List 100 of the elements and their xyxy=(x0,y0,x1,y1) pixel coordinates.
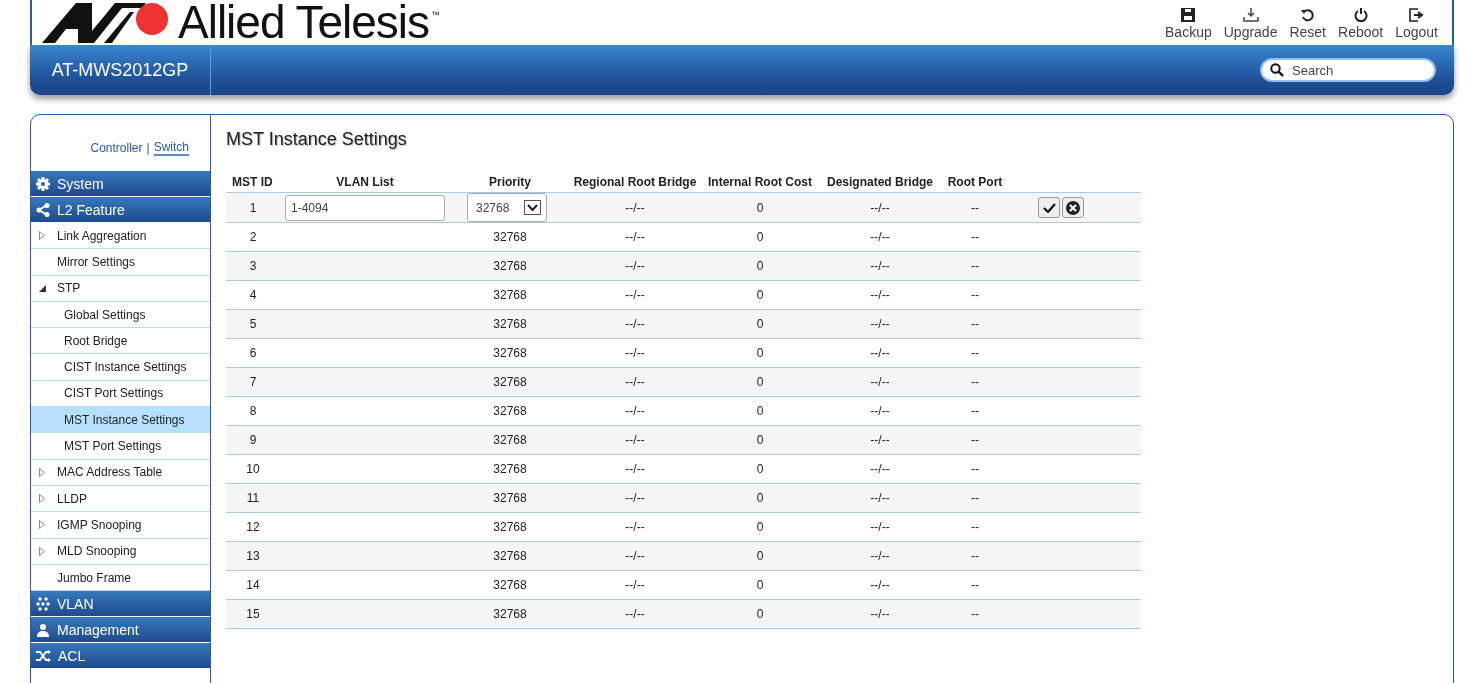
priority-cell: 32768 xyxy=(493,317,527,331)
sidebar-item[interactable]: Root Bridge xyxy=(31,328,210,355)
regional-root-bridge-cell: --/-- xyxy=(625,230,645,244)
designated-bridge-cell: --/-- xyxy=(870,230,890,244)
logout-button[interactable]: Logout xyxy=(1391,8,1442,45)
sidebar-section[interactable]: ACL xyxy=(31,643,210,670)
dots-cluster-icon xyxy=(36,596,50,611)
column-header: VLAN List xyxy=(280,172,450,193)
regional-root-bridge-cell: --/-- xyxy=(625,520,645,534)
priority-cell: 32768 xyxy=(493,259,527,273)
brand-name: Allied Telesis xyxy=(178,0,430,45)
mst-id-cell: 15 xyxy=(246,607,260,621)
priority-cell: 32768 xyxy=(493,375,527,389)
backup-button[interactable]: Backup xyxy=(1161,8,1216,45)
search-field[interactable]: Search xyxy=(1260,58,1436,82)
sidebar-item[interactable]: MST Port Settings xyxy=(31,433,210,460)
mst-id-cell: 8 xyxy=(249,404,257,418)
share-icon xyxy=(36,202,50,217)
internal-root-cost-cell: 0 xyxy=(756,288,764,302)
mode-tab[interactable]: Controller xyxy=(90,141,143,155)
designated-bridge-cell: --/-- xyxy=(870,317,890,331)
priority-cell: 32768 xyxy=(493,404,527,418)
separator: | xyxy=(146,141,150,155)
sidebar-section[interactable]: VLAN xyxy=(31,591,210,618)
root-port-cell: -- xyxy=(971,288,979,302)
trademark-symbol: ™ xyxy=(431,10,441,20)
internal-root-cost-cell: 0 xyxy=(756,375,764,389)
sidebar-section[interactable]: L2 Feature xyxy=(31,197,210,223)
internal-root-cost-cell: 0 xyxy=(756,200,764,215)
mst-id-cell: 2 xyxy=(249,230,257,244)
sidebar-section[interactable]: Management xyxy=(31,617,210,644)
reboot-button[interactable]: Reboot xyxy=(1334,8,1388,45)
root-port-cell: -- xyxy=(971,200,979,215)
internal-root-cost-cell: 0 xyxy=(756,549,764,563)
root-port-cell: -- xyxy=(971,375,979,389)
regional-root-bridge-cell: --/-- xyxy=(625,491,645,505)
root-port-cell: -- xyxy=(971,549,979,563)
upgrade-button[interactable]: Upgrade xyxy=(1219,8,1282,45)
sidebar-item[interactable]: MST Instance Settings xyxy=(31,407,210,434)
mst-id-cell: 5 xyxy=(249,317,257,331)
root-port-cell: -- xyxy=(971,491,979,505)
priority-cell: 32768 xyxy=(493,346,527,360)
mst-id-cell: 12 xyxy=(246,520,260,534)
internal-root-cost-cell: 0 xyxy=(756,607,764,621)
sidebar-item[interactable]: LLDP xyxy=(31,485,210,513)
cancel-button[interactable] xyxy=(1062,197,1084,218)
priority-cell: 32768 xyxy=(493,230,527,244)
designated-bridge-cell: --/-- xyxy=(870,578,890,592)
mst-id-cell: 10 xyxy=(246,462,260,476)
priority-cell: 32768 xyxy=(493,491,527,505)
mst-id-cell: 3 xyxy=(249,259,257,273)
person-icon xyxy=(36,622,50,637)
logo-mark-icon xyxy=(42,3,170,43)
mst-id-cell: 14 xyxy=(246,578,260,592)
sidebar-item[interactable]: IGMP Snooping xyxy=(31,512,210,539)
root-port-cell: -- xyxy=(971,607,979,621)
sidebar-item[interactable]: MAC Address Table xyxy=(31,459,210,486)
sidebar-item[interactable]: STP xyxy=(31,275,210,302)
internal-root-cost-cell: 0 xyxy=(756,259,764,273)
regional-root-bridge-cell: --/-- xyxy=(625,462,645,476)
internal-root-cost-cell: 0 xyxy=(756,346,764,360)
sidebar-item[interactable]: Global Settings xyxy=(31,301,210,329)
sidebar-item[interactable]: Mirror Settings xyxy=(31,249,210,276)
logout-icon xyxy=(1409,8,1425,22)
priority-cell: 32768 xyxy=(493,578,527,592)
mode-tab[interactable]: Switch xyxy=(153,140,189,156)
priority-cell: 32768 xyxy=(493,433,527,447)
internal-root-cost-cell: 0 xyxy=(756,520,764,534)
priority-dropdown[interactable]: 32768 xyxy=(467,193,547,222)
designated-bridge-cell: --/-- xyxy=(870,491,890,505)
sidebar-item[interactable]: CIST Instance Settings xyxy=(31,354,210,381)
regional-root-bridge-cell: --/-- xyxy=(625,288,645,302)
designated-bridge-cell: --/-- xyxy=(870,288,890,302)
priority-cell: 32768 xyxy=(493,549,527,563)
internal-root-cost-cell: 0 xyxy=(756,404,764,418)
apply-button[interactable] xyxy=(1038,197,1060,218)
checkmark-icon xyxy=(1042,202,1056,213)
root-port-cell: -- xyxy=(971,317,979,331)
sidebar-item[interactable]: MLD Snooping xyxy=(31,538,210,565)
designated-bridge-cell: --/-- xyxy=(870,375,890,389)
designated-bridge-cell: --/-- xyxy=(870,549,890,563)
mst-id-cell: 6 xyxy=(249,346,257,360)
sidebar-item[interactable]: Link Aggregation xyxy=(31,223,210,250)
designated-bridge-cell: --/-- xyxy=(870,462,890,476)
internal-root-cost-cell: 0 xyxy=(756,578,764,592)
close-icon xyxy=(1066,200,1080,215)
internal-root-cost-cell: 0 xyxy=(756,317,764,331)
reset-button[interactable]: Reset xyxy=(1285,8,1330,45)
designated-bridge-cell: --/-- xyxy=(870,607,890,621)
gear-icon xyxy=(36,176,50,191)
regional-root-bridge-cell: --/-- xyxy=(625,578,645,592)
internal-root-cost-cell: 0 xyxy=(756,462,764,476)
mst-id-cell: 7 xyxy=(249,375,257,389)
regional-root-bridge-cell: --/-- xyxy=(625,549,645,563)
root-port-cell: -- xyxy=(971,462,979,476)
mst-id-cell: 9 xyxy=(249,433,257,447)
vlan-list-field[interactable]: 1-4094 xyxy=(285,194,445,221)
sidebar-section[interactable]: System xyxy=(31,171,210,197)
column-header: Regional Root Bridge xyxy=(570,172,700,193)
dropdown-caret-icon xyxy=(524,200,541,215)
